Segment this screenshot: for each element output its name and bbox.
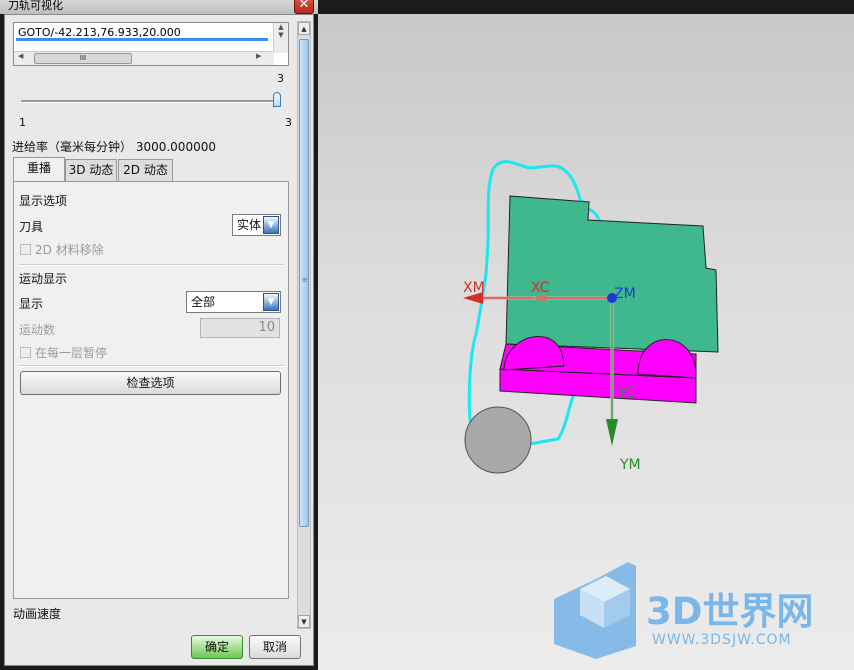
axis-label-zm: ZM (614, 286, 636, 302)
chevron-down-icon[interactable]: ▼ (263, 293, 279, 311)
close-button[interactable]: ✕ (294, 0, 314, 14)
hscroll-grip: III (79, 54, 87, 62)
scroll-right-icon[interactable]: ▶ (256, 52, 261, 60)
selection-highlight (16, 38, 268, 41)
scroll-up-icon[interactable]: ▲ (274, 23, 288, 31)
list-vertical-scrollbar[interactable]: ▲ ▼ (273, 23, 288, 53)
playback-slider-thumb[interactable] (273, 92, 281, 107)
close-icon: ✕ (298, 0, 310, 12)
toolpath-listing[interactable]: GOTO/-42.213,76.933,20.000 ▲ ▼ ◀ III ▶ (13, 22, 289, 66)
tool-select[interactable]: 实体 ▼ (232, 214, 281, 236)
graphics-viewport[interactable]: XM XC ZM YC YM 3D世界网 WWW.3DSJW.COM (318, 14, 854, 670)
scroll-down-icon[interactable]: ▼ (298, 615, 310, 628)
display-select-value: 全部 (191, 295, 216, 309)
animation-speed-label: 动画速度 (13, 607, 62, 621)
scene-canvas[interactable]: XM XC ZM YC YM 3D世界网 WWW.3DSJW.COM (318, 14, 854, 670)
pause-each-layer-checkbox[interactable] (20, 347, 31, 358)
tool-select-value: 实体 (237, 218, 262, 232)
dialog-scrollbar[interactable]: ▲ ≡ ▼ (297, 21, 311, 629)
tool-label: 刀具 (19, 220, 44, 234)
feed-rate-label: 进给率（毫米每分钟） 3000.000000 (12, 140, 216, 154)
replay-panel: 显示选项 刀具 实体 ▼ 2D 材料移除 运动显示 显示 全部 ▼ 运动数 10… (13, 181, 289, 599)
scroll-up-icon[interactable]: ▲ (298, 22, 310, 35)
dialog-content: GOTO/-42.213,76.933,20.000 ▲ ▼ ◀ III ▶ 3… (4, 14, 314, 666)
display-select[interactable]: 全部 ▼ (186, 291, 281, 313)
dialog-titlebar[interactable]: 刀轨可视化 ✕ (0, 0, 318, 14)
display-label: 显示 (19, 297, 44, 311)
watermark-url: WWW.3DSJW.COM (652, 632, 792, 648)
cutting-tool (464, 406, 532, 474)
motion-count-field[interactable]: 10 (200, 318, 280, 338)
check-options-button[interactable]: 检查选项 (20, 371, 281, 395)
playback-slider-track[interactable] (21, 100, 277, 103)
pause-each-layer-label: 在每一层暂停 (35, 346, 108, 360)
hscroll-thumb[interactable]: III (34, 53, 132, 64)
viewport-top-bar (318, 0, 854, 14)
watermark: 3D世界网 WWW.3DSJW.COM (554, 562, 813, 659)
grip-icon: ≡ (302, 276, 308, 284)
axis-label-xc: XC (531, 280, 550, 296)
dialog-title: 刀轨可视化 (8, 0, 63, 12)
material-removal-2d-label: 2D 材料移除 (35, 243, 104, 257)
tab-label: 2D 动态 (123, 163, 168, 177)
divider (18, 365, 284, 367)
tab-2d-dynamic[interactable]: 2D 动态 (118, 159, 173, 181)
scroll-down-icon[interactable]: ▼ (274, 31, 288, 39)
material-removal-2d-checkbox[interactable] (20, 244, 31, 255)
motion-display-heading: 运动显示 (19, 272, 68, 286)
tab-3d-dynamic[interactable]: 3D 动态 (65, 159, 117, 181)
ok-button[interactable]: 确定 (191, 635, 243, 659)
toolpath-visualization-dialog: 刀轨可视化 ✕ GOTO/-42.213,76.933,20.000 ▲ ▼ ◀… (0, 0, 318, 670)
display-options-heading: 显示选项 (19, 194, 68, 208)
motion-count-label: 运动数 (19, 323, 56, 337)
scroll-left-icon[interactable]: ◀ (18, 52, 23, 60)
slider-min-label: 1 (19, 116, 26, 129)
watermark-brand: 3D世界网 (646, 590, 813, 633)
tab-label: 3D 动态 (68, 163, 114, 177)
tab-label: 重播 (26, 161, 51, 175)
slider-value: 3 (277, 72, 284, 85)
ym-arrow (606, 419, 618, 446)
list-horizontal-scrollbar[interactable]: ◀ III ▶ (14, 51, 274, 65)
scrollbar-thumb[interactable]: ≡ (299, 39, 309, 527)
slider-max-label: 3 (285, 116, 292, 129)
tab-replay[interactable]: 重播 (13, 157, 65, 181)
divider (18, 264, 284, 266)
axis-label-ym: YM (619, 457, 641, 473)
chevron-down-icon[interactable]: ▼ (263, 216, 279, 234)
axis-label-xm: XM (463, 280, 485, 296)
axis-label-yc: YC (617, 385, 636, 401)
cancel-button[interactable]: 取消 (249, 635, 301, 659)
